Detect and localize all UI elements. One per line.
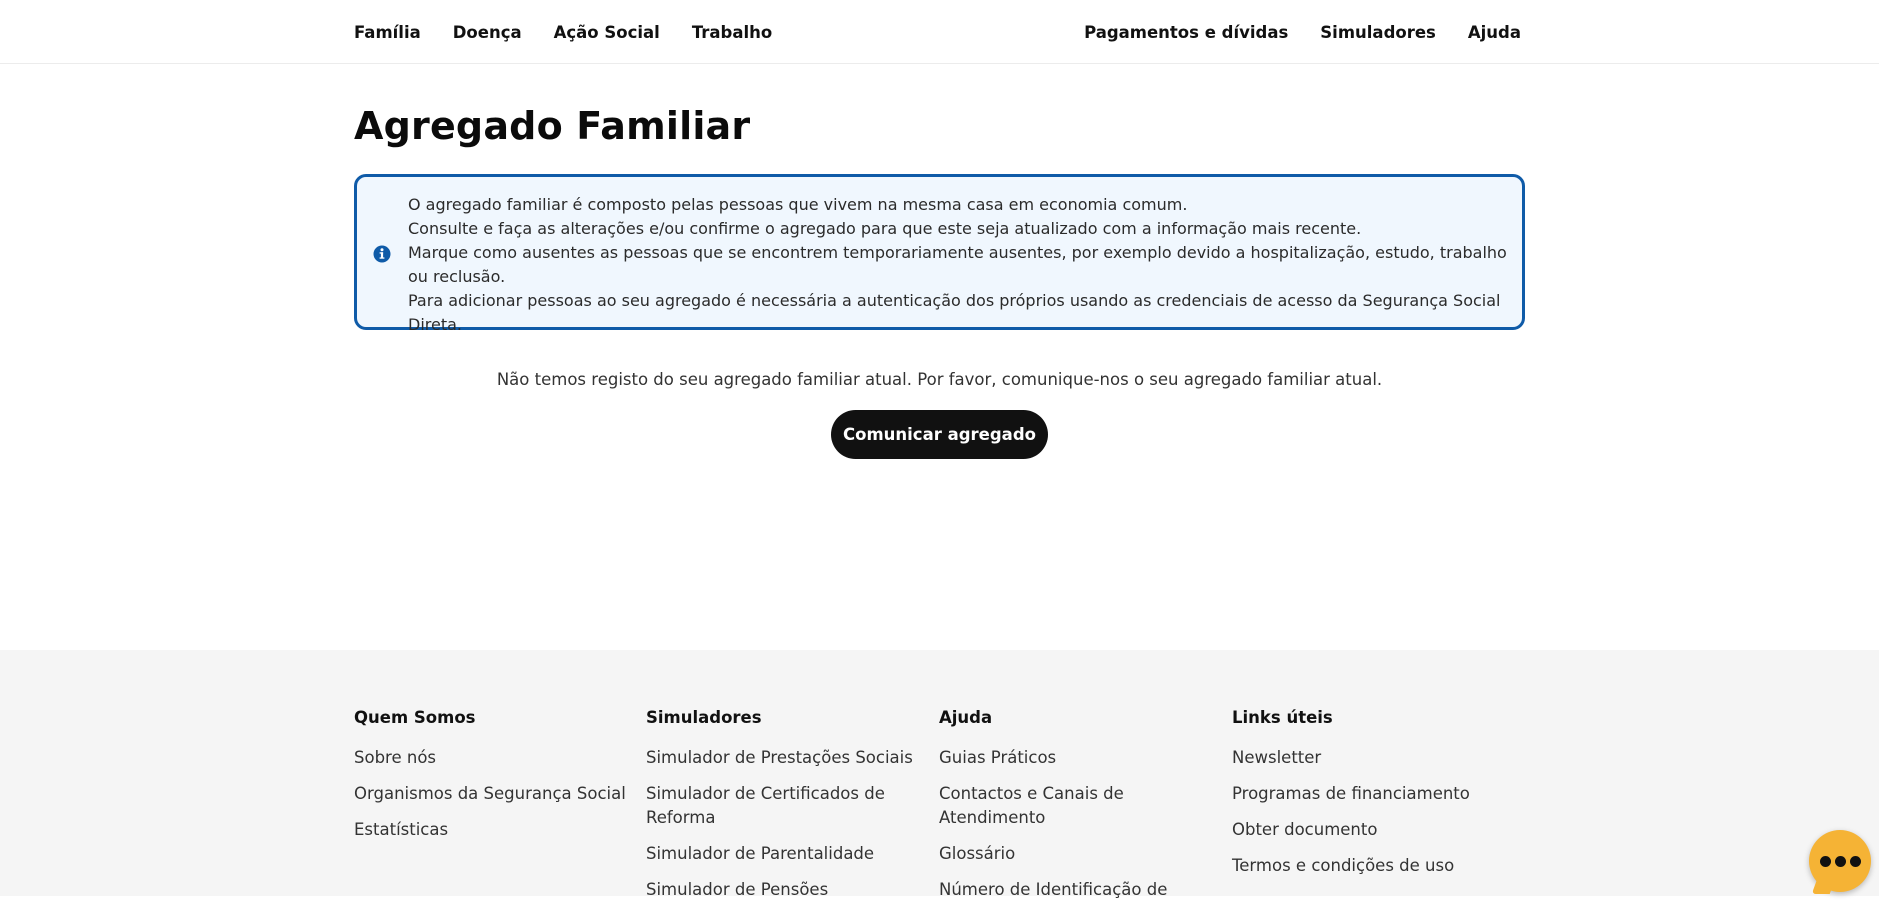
comunicar-agregado-button[interactable]: Comunicar agregado	[831, 410, 1048, 459]
top-navigation: Família Doença Ação Social Trabalho Paga…	[0, 0, 1879, 64]
footer-link[interactable]: Termos e condições de uso	[1232, 854, 1512, 878]
footer-link[interactable]: Simulador de Pensões	[646, 878, 916, 902]
empty-state-message: Não temos registo do seu agregado famili…	[496, 370, 1383, 389]
chat-button[interactable]	[1809, 830, 1871, 894]
footer-column-ajuda: Ajuda Guias Práticos Contactos e Canais …	[939, 708, 1169, 914]
nav-doenca[interactable]: Doença	[453, 23, 522, 42]
footer-heading: Ajuda	[939, 708, 993, 727]
info-line: O agregado familiar é composto pelas pes…	[408, 195, 1188, 214]
nav-pagamentos-dividas[interactable]: Pagamentos e dívidas	[1084, 23, 1288, 42]
footer: Quem Somos Sobre nós Organismos da Segur…	[0, 650, 1879, 899]
nav-simuladores[interactable]: Simuladores	[1320, 23, 1436, 42]
footer-link[interactable]: Simulador de Prestações Sociais	[646, 746, 916, 770]
page-title: Agregado Familiar	[354, 104, 751, 148]
info-line: Consulte e faça as alterações e/ou confi…	[408, 219, 1362, 238]
footer-link[interactable]: Newsletter	[1232, 746, 1512, 770]
footer-heading: Quem Somos	[354, 708, 476, 727]
info-line: Para adicionar pessoas ao seu agregado é…	[408, 291, 1501, 334]
footer-link[interactable]: Guias Práticos	[939, 746, 1169, 770]
nav-familia[interactable]: Família	[354, 23, 421, 42]
footer-link[interactable]: Contactos e Canais de Atendimento	[939, 782, 1169, 830]
footer-link[interactable]: Organismos da Segurança Social	[354, 782, 634, 806]
footer-link[interactable]: Programas de financiamento	[1232, 782, 1512, 806]
nav-trabalho[interactable]: Trabalho	[692, 23, 772, 42]
footer-link[interactable]: Sobre nós	[354, 746, 634, 770]
footer-link[interactable]: Estatísticas	[354, 818, 634, 842]
footer-column-simuladores: Simuladores Simulador de Prestações Soci…	[646, 708, 916, 914]
footer-link[interactable]: Glossário	[939, 842, 1169, 866]
footer-column-links-uteis: Links úteis Newsletter Programas de fina…	[1232, 708, 1512, 890]
info-box: O agregado familiar é composto pelas pes…	[354, 174, 1525, 334]
footer-column-quem-somos: Quem Somos Sobre nós Organismos da Segur…	[354, 708, 634, 854]
nav-acao-social[interactable]: Ação Social	[554, 23, 660, 42]
info-circle-icon	[373, 245, 391, 263]
footer-link[interactable]: Simulador de Parentalidade	[646, 842, 916, 866]
footer-heading: Simuladores	[646, 708, 762, 727]
info-text: O agregado familiar é composto pelas pes…	[408, 193, 1508, 337]
chat-bubble-icon	[1819, 855, 1861, 867]
footer-link[interactable]: Obter documento	[1232, 818, 1512, 842]
footer-link[interactable]: Número de Identificação de	[939, 878, 1169, 902]
chat-bubble-tail	[1811, 876, 1837, 894]
footer-heading: Links úteis	[1232, 708, 1333, 727]
primary-nav: Família Doença Ação Social Trabalho	[354, 0, 804, 64]
footer-link[interactable]: Simulador de Certificados de Reforma	[646, 782, 916, 830]
info-line: Marque como ausentes as pessoas que se e…	[408, 243, 1507, 286]
secondary-nav: Pagamentos e dívidas Simuladores Ajuda	[1052, 0, 1521, 64]
nav-ajuda[interactable]: Ajuda	[1468, 23, 1521, 42]
